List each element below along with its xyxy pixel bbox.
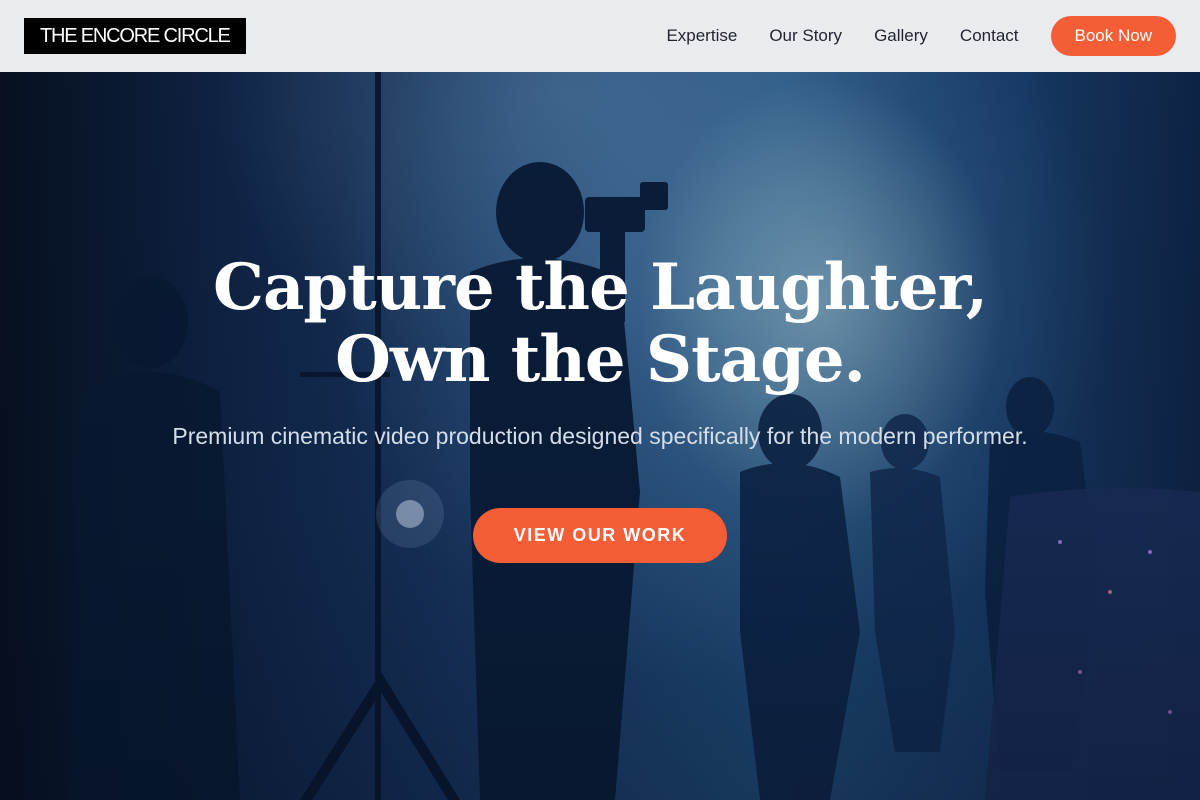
- brand-logo[interactable]: THE ENCORE CIRCLE: [24, 18, 246, 54]
- nav-link-gallery[interactable]: Gallery: [874, 26, 928, 46]
- view-our-work-button[interactable]: VIEW OUR WORK: [473, 508, 727, 563]
- hero-title: Capture the Laughter, Own the Stage.: [0, 252, 1200, 396]
- main-nav: Expertise Our Story Gallery Contact Book…: [634, 16, 1176, 56]
- hero-title-line-2: Own the Stage.: [335, 322, 866, 397]
- nav-link-our-story[interactable]: Our Story: [769, 26, 842, 46]
- hero-subtitle: Premium cinematic video production desig…: [172, 423, 1028, 449]
- nav-link-expertise[interactable]: Expertise: [666, 26, 737, 46]
- hero-title-line-1: Capture the Laughter,: [213, 250, 988, 325]
- site-header: THE ENCORE CIRCLE Expertise Our Story Ga…: [0, 0, 1200, 72]
- hero-section: Capture the Laughter, Own the Stage. Pre…: [0, 72, 1200, 800]
- book-now-button[interactable]: Book Now: [1050, 16, 1176, 56]
- nav-link-contact[interactable]: Contact: [960, 26, 1019, 46]
